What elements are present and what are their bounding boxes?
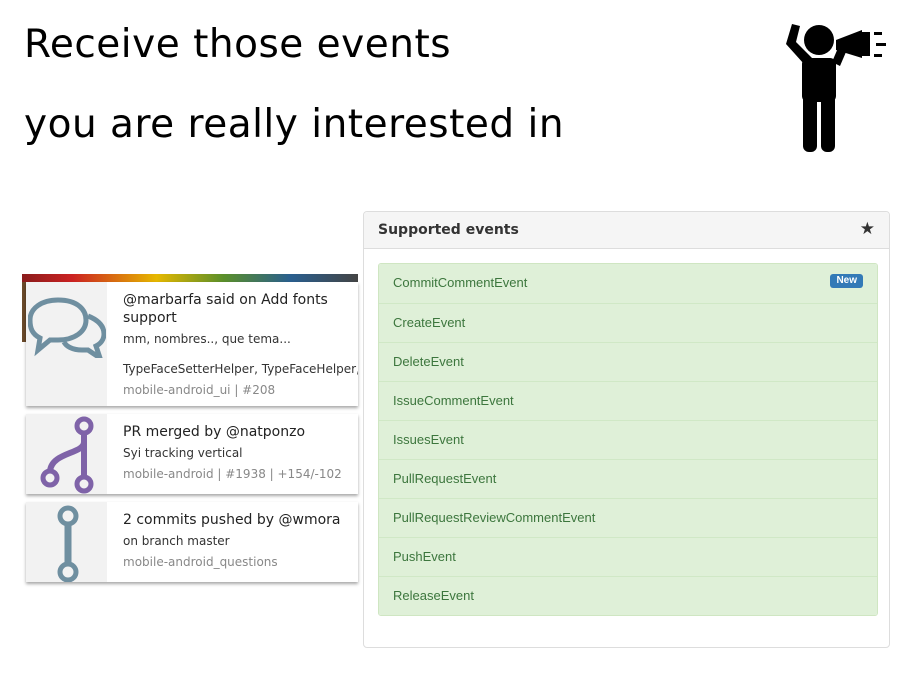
notification-meta: mobile-android | #1938 | +154/-102 bbox=[123, 467, 342, 481]
notification-headline: @marbarfa said on Add fonts bbox=[123, 292, 328, 308]
notification-headline: 2 commits pushed by @wmora bbox=[123, 512, 341, 528]
event-label: DeleteEvent bbox=[393, 354, 464, 369]
speech-bubbles-icon bbox=[28, 297, 106, 358]
notification-icon-box bbox=[26, 282, 107, 406]
event-label: PullRequestEvent bbox=[393, 471, 497, 486]
event-item-issuesevent[interactable]: IssuesEvent bbox=[379, 420, 877, 459]
event-item-releaseevent[interactable]: ReleaseEvent bbox=[379, 576, 877, 615]
person-with-megaphone-icon bbox=[786, 24, 886, 152]
heading-line-2: you are really interested in bbox=[24, 102, 565, 147]
git-commit-icon bbox=[57, 505, 79, 582]
notification-icon-box bbox=[26, 414, 107, 494]
notification-text: @marbarfa said on Add fonts support mm, … bbox=[123, 291, 358, 398]
notification-card-push[interactable]: 2 commits pushed by @wmora on branch mas… bbox=[26, 502, 358, 582]
supported-events-panel: Supported events ★ CommitCommentEvent Ne… bbox=[363, 211, 890, 648]
event-label: CommitCommentEvent bbox=[393, 275, 528, 290]
notification-body: on branch master bbox=[123, 534, 230, 548]
event-item-createevent[interactable]: CreateEvent bbox=[379, 303, 877, 342]
new-badge: New bbox=[830, 274, 863, 288]
notification-text: PR merged by @natponzo Syi tracking vert… bbox=[123, 423, 358, 482]
panel-header: Supported events ★ bbox=[364, 212, 889, 249]
notification-card-merge[interactable]: PR merged by @natponzo Syi tracking vert… bbox=[26, 414, 358, 494]
event-item-issuecommentevent[interactable]: IssueCommentEvent bbox=[379, 381, 877, 420]
panel-title: Supported events bbox=[378, 222, 519, 238]
event-label: IssuesEvent bbox=[393, 432, 464, 447]
notification-icon-box bbox=[26, 502, 107, 582]
notification-preview: @marbarfa said on Add fonts support mm, … bbox=[22, 274, 358, 590]
event-list: CommitCommentEvent New CreateEvent Delet… bbox=[378, 263, 878, 616]
star-icon[interactable]: ★ bbox=[860, 219, 875, 239]
event-label: ReleaseEvent bbox=[393, 588, 474, 603]
event-label: IssueCommentEvent bbox=[393, 393, 514, 408]
event-item-commitcommentevent[interactable]: CommitCommentEvent New bbox=[379, 264, 877, 303]
notification-meta: mobile-android_ui | #208 bbox=[123, 383, 276, 397]
notification-text: 2 commits pushed by @wmora on branch mas… bbox=[123, 511, 358, 570]
event-label: PushEvent bbox=[393, 549, 456, 564]
notification-meta: mobile-android_questions bbox=[123, 555, 278, 569]
event-item-pushevent[interactable]: PushEvent bbox=[379, 537, 877, 576]
decorative-banner bbox=[22, 274, 358, 282]
event-item-pullrequestevent[interactable]: PullRequestEvent bbox=[379, 459, 877, 498]
event-item-pullrequestreviewcommentevent[interactable]: PullRequestReviewCommentEvent bbox=[379, 498, 877, 537]
notification-body-cont: TypeFaceSetterHelper, TypeFaceHelper,.. bbox=[123, 362, 358, 376]
notification-body: mm, nombres.., que tema... bbox=[123, 332, 291, 346]
git-merge-icon bbox=[40, 416, 94, 494]
notification-headline-cont: support bbox=[123, 310, 177, 326]
notification-card-comment[interactable]: @marbarfa said on Add fonts support mm, … bbox=[26, 282, 358, 406]
event-item-deleteevent[interactable]: DeleteEvent bbox=[379, 342, 877, 381]
event-label: CreateEvent bbox=[393, 315, 466, 330]
notification-body: Syi tracking vertical bbox=[123, 446, 243, 460]
notification-headline: PR merged by @natponzo bbox=[123, 424, 306, 440]
event-label: PullRequestReviewCommentEvent bbox=[393, 510, 596, 525]
heading-line-1: Receive those events bbox=[24, 22, 452, 67]
